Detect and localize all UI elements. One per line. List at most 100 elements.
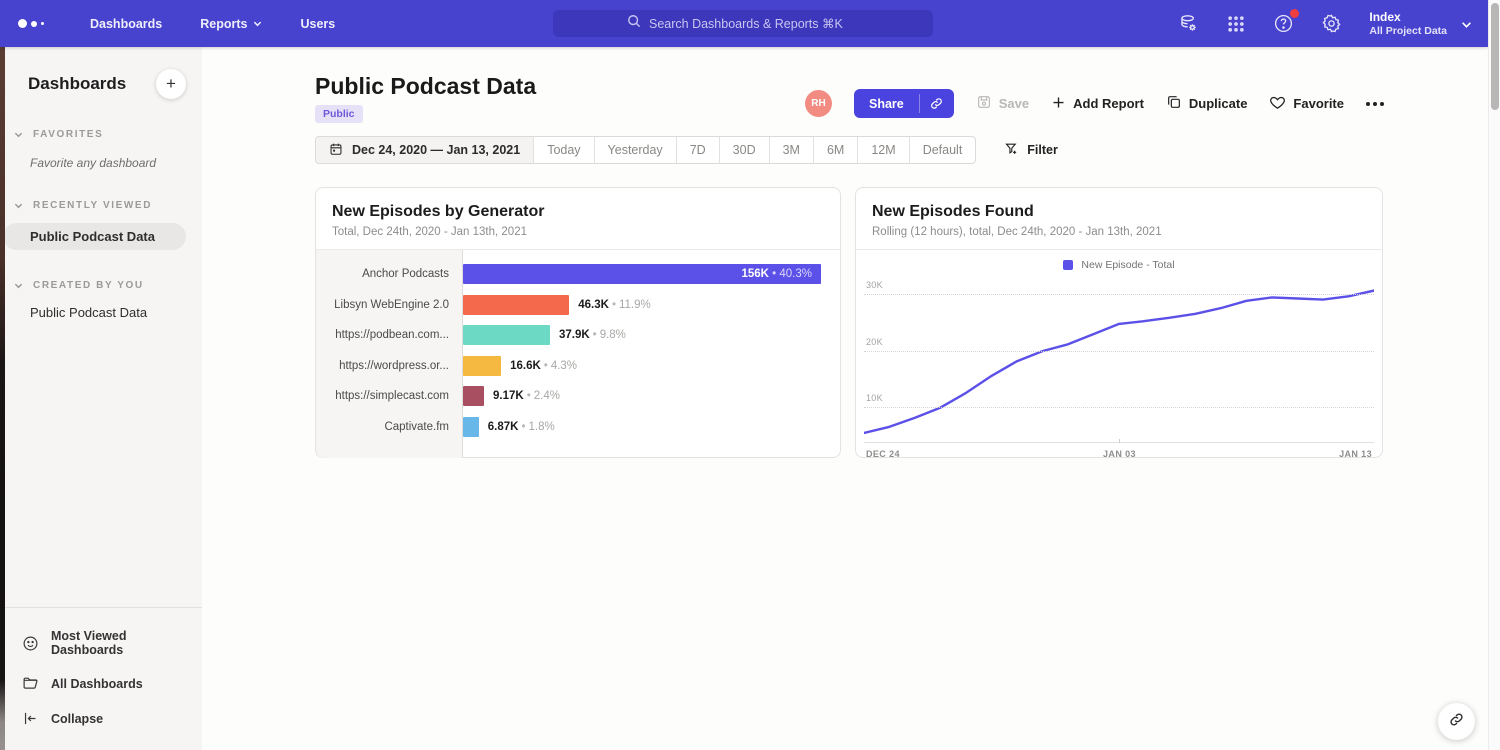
bar[interactable] (463, 417, 479, 437)
bar-value: 156K • 40.3% (741, 264, 812, 284)
card-subtitle: Rolling (12 hours), total, Dec 24th, 202… (872, 226, 1366, 238)
gridline (864, 407, 1374, 408)
global-search[interactable] (553, 10, 933, 37)
sidebar-title: Dashboards (28, 74, 126, 94)
help-icon[interactable] (1273, 13, 1294, 34)
sidebar-item-public-podcast-data-2[interactable]: Public Podcast Data (30, 305, 202, 320)
bar-value: 9.17K•2.4% (493, 390, 560, 402)
preset-12m[interactable]: 12M (858, 137, 909, 163)
collapse-icon (22, 710, 39, 727)
settings-gear-icon[interactable] (1321, 13, 1342, 34)
page-title: Public Podcast Data (315, 73, 536, 100)
share-button[interactable]: Share (854, 89, 954, 118)
plus-icon (1051, 95, 1066, 113)
card-title: New Episodes Found (872, 203, 1366, 221)
bar[interactable] (463, 325, 550, 345)
line-plot: 10K 20K 30K (864, 278, 1374, 443)
smiley-icon (22, 635, 39, 652)
search-input[interactable] (649, 17, 859, 31)
workspace-switcher[interactable]: Index All Project Data (1369, 10, 1470, 37)
card-new-episodes-found: New Episodes Found Rolling (12 hours), t… (855, 187, 1383, 458)
section-created-by-you[interactable]: CREATED BY YOU (0, 280, 202, 291)
preset-default[interactable]: Default (910, 137, 976, 163)
legend-label: New Episode - Total (1081, 259, 1174, 271)
calendar-icon (329, 142, 343, 159)
bar-value: 16.6K•4.3% (510, 360, 577, 372)
bar-value: 6.87K•1.8% (488, 421, 555, 433)
bar-category-label: Libsyn WebEngine 2.0 (316, 299, 463, 311)
nav-item-reports[interactable]: Reports (200, 17, 262, 31)
public-badge: Public (315, 105, 363, 123)
bar-row: https://simplecast.com9.17K•2.4% (316, 381, 840, 412)
bar-row: Libsyn WebEngine 2.0 46.3K•11.9% (316, 290, 840, 321)
link-icon (1448, 711, 1465, 733)
bar-rows: Anchor Podcasts 156K • 40.3% Libsyn WebEng… (316, 250, 840, 442)
y-tick-label: 10K (866, 393, 883, 403)
bar-category-label: Captivate.fm (316, 421, 463, 433)
dashboard-actions: RH Share Save Add Report Duplicate Favor… (805, 89, 1384, 118)
share-link-icon[interactable] (920, 89, 954, 118)
preset-3m[interactable]: 3M (770, 137, 814, 163)
card-title: New Episodes by Generator (332, 203, 824, 221)
folder-icon (22, 675, 39, 692)
app-logo-icon[interactable] (18, 19, 52, 28)
add-report-button[interactable]: Add Report (1051, 95, 1144, 113)
bar-category-label: Anchor Podcasts (316, 268, 463, 280)
bar-category-label: https://podbean.com... (316, 329, 463, 341)
apps-grid-icon[interactable] (1226, 14, 1246, 34)
filter-button[interactable]: Filter (1004, 141, 1058, 159)
bar[interactable] (463, 356, 501, 376)
section-favorites[interactable]: FAVORITES (0, 129, 202, 140)
bar-value: 37.9K•9.8% (559, 329, 626, 341)
bar[interactable] (463, 295, 569, 315)
main-content: Public Podcast Data Public RH Share Save… (202, 47, 1488, 750)
favorites-empty-text: Favorite any dashboard (30, 156, 202, 170)
bar-row: Anchor Podcasts 156K • 40.3% (316, 259, 840, 290)
preset-7d[interactable]: 7D (677, 137, 720, 163)
bar[interactable] (463, 386, 484, 406)
top-nav: Dashboards Reports Users Index All Proje… (0, 0, 1488, 47)
add-dashboard-button[interactable]: + (156, 69, 186, 99)
bar-row: https://wordpress.or... 16.6K•4.3% (316, 351, 840, 382)
preset-today[interactable]: Today (534, 137, 594, 163)
preset-yesterday[interactable]: Yesterday (595, 137, 677, 163)
nav-item-users[interactable]: Users (300, 17, 335, 31)
section-recently-viewed[interactable]: RECENTLY VIEWED (0, 200, 202, 211)
all-dashboards-button[interactable]: All Dashboards (5, 666, 202, 701)
avatar[interactable]: RH (805, 90, 832, 117)
x-tick: JAN 03 (1103, 449, 1136, 459)
scrollbar-thumb[interactable] (1491, 3, 1499, 110)
nav-item-dashboards[interactable]: Dashboards (90, 17, 162, 31)
x-tick: DEC 24 (866, 449, 900, 459)
screen-edge-strip (0, 47, 5, 750)
favorite-button[interactable]: Favorite (1269, 94, 1344, 114)
gridline (864, 294, 1374, 295)
notification-dot (1290, 9, 1299, 18)
page-scrollbar[interactable] (1488, 0, 1500, 750)
y-tick-label: 20K (866, 337, 883, 347)
bar-category-label: https://wordpress.or... (316, 360, 463, 372)
chart-legend: New Episode - Total (856, 259, 1382, 271)
card-new-episodes-by-generator: New Episodes by Generator Total, Dec 24t… (315, 187, 841, 458)
data-sources-icon[interactable] (1178, 13, 1199, 34)
gridline (864, 351, 1374, 352)
most-viewed-dashboards-button[interactable]: Most Viewed Dashboards (5, 620, 202, 666)
workspace-scope: All Project Data (1369, 25, 1447, 37)
more-options-button[interactable] (1366, 102, 1384, 106)
preset-30d[interactable]: 30D (720, 137, 770, 163)
card-subtitle: Total, Dec 24th, 2020 - Jan 13th, 2021 (332, 226, 824, 238)
date-range-picker[interactable]: Dec 24, 2020 — Jan 13, 2021 (316, 137, 534, 163)
preset-6m[interactable]: 6M (814, 137, 858, 163)
y-tick-label: 30K (866, 280, 883, 290)
copy-link-floating-button[interactable] (1438, 703, 1475, 740)
bar-value: 46.3K•11.9% (578, 299, 650, 311)
sidebar-item-public-podcast-data[interactable]: Public Podcast Data (3, 223, 186, 250)
x-axis-labels: DEC 24 JAN 03 JAN 13 (866, 449, 1372, 459)
collapse-sidebar-button[interactable]: Collapse (5, 701, 202, 736)
workspace-name: Index (1369, 10, 1447, 25)
bar[interactable]: 156K • 40.3% (463, 264, 821, 284)
save-button[interactable]: Save (976, 94, 1029, 113)
duplicate-button[interactable]: Duplicate (1166, 94, 1248, 113)
chevron-down-icon (253, 19, 262, 28)
search-icon (627, 14, 641, 33)
